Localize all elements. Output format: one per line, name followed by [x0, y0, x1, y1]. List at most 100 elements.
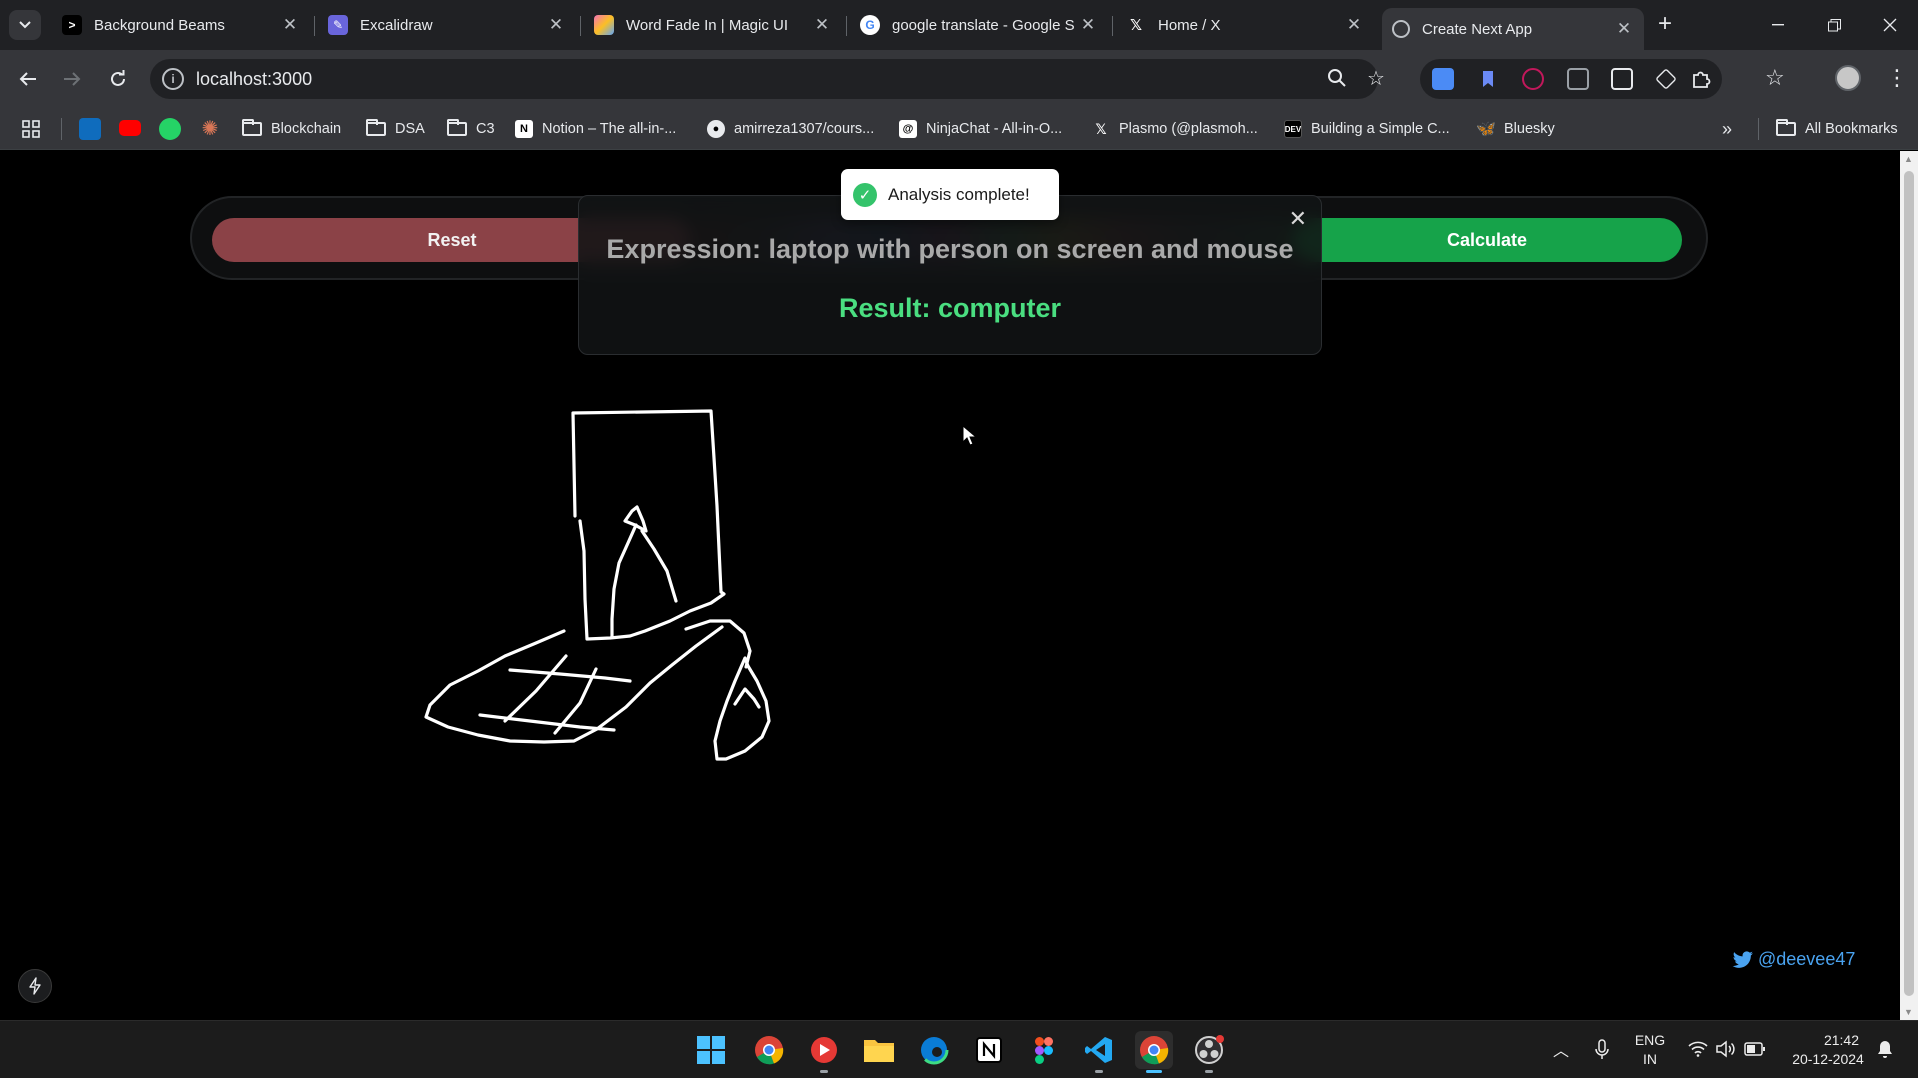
minimize-icon	[1772, 24, 1784, 26]
taskbar-video-app[interactable]	[805, 1031, 843, 1073]
zoom-icon[interactable]	[1327, 68, 1347, 94]
show-hidden-icons-chevron-icon[interactable]: ︿	[1553, 1037, 1569, 1061]
background-beams-favicon-icon: >	[62, 15, 82, 35]
quick-action-button[interactable]	[18, 969, 52, 1003]
diamond-extension-icon[interactable]	[1655, 68, 1677, 90]
excalidraw-extension-icon[interactable]	[1611, 68, 1633, 90]
all-bookmarks-button[interactable]: All Bookmarks	[1776, 119, 1898, 139]
bookmark-bluesky[interactable]: 🦋 Bluesky	[1476, 119, 1555, 139]
profile-avatar[interactable]	[1835, 65, 1861, 91]
scrollbar-thumb[interactable]	[1904, 171, 1914, 996]
apps-grid-icon[interactable]	[22, 119, 40, 139]
new-tab-button[interactable]: +	[1650, 9, 1680, 39]
calculate-button[interactable]: Calculate	[1292, 218, 1682, 262]
reload-button[interactable]	[102, 63, 134, 95]
bookmark-github[interactable]: ● amirreza1307/cours...	[707, 119, 874, 139]
forward-button[interactable]	[56, 63, 88, 95]
close-window-button[interactable]	[1862, 0, 1918, 50]
bookmark-blockchain[interactable]: Blockchain	[242, 119, 341, 139]
tab-search-button[interactable]	[9, 10, 41, 40]
tab-x-home[interactable]: 𝕏 Home / X ✕	[1116, 8, 1374, 42]
clock[interactable]: 21:42 20-12-2024	[1783, 1031, 1873, 1069]
docs-extension-icon[interactable]	[1432, 68, 1454, 90]
taskbar-vscode[interactable]	[1080, 1031, 1118, 1073]
wifi-icon[interactable]	[1688, 1041, 1708, 1057]
outlook-bookmark-icon[interactable]	[79, 118, 101, 140]
page-scrollbar[interactable]: ▲ ▼	[1900, 151, 1918, 1020]
microphone-icon[interactable]	[1595, 1039, 1609, 1061]
browser-toolbar: i localhost:3000 ☆ ☆ ⋮	[0, 50, 1918, 108]
twitter-link[interactable]: @deevee47	[1732, 949, 1855, 970]
bookmark-dev-to[interactable]: DEV Building a Simple C...	[1284, 119, 1450, 139]
address-bar[interactable]: i localhost:3000 ☆	[150, 59, 1385, 99]
record-extension-icon[interactable]	[1522, 68, 1544, 90]
restore-button[interactable]	[1806, 0, 1862, 50]
bookmark-c3[interactable]: C3	[447, 119, 495, 139]
p-extension-icon[interactable]	[1567, 68, 1589, 90]
forward-arrow-icon	[64, 72, 81, 86]
bookmark-label: Building a Simple C...	[1311, 121, 1450, 137]
tab-create-next-app[interactable]: Create Next App ✕	[1382, 8, 1644, 50]
bookmark-label: Blockchain	[271, 121, 342, 137]
clock-time: 21:42	[1823, 1032, 1859, 1048]
tab-google-translate[interactable]: G google translate - Google S ✕	[850, 8, 1108, 42]
scroll-down-arrow-icon[interactable]: ▼	[1904, 1007, 1913, 1017]
tab-close-icon[interactable]: ✕	[1344, 15, 1364, 35]
bookmark-plasmo[interactable]: 𝕏 Plasmo (@plasmoh...	[1092, 119, 1257, 139]
url-text[interactable]: localhost:3000	[196, 69, 312, 90]
language-indicator[interactable]: ENG IN	[1630, 1031, 1670, 1069]
bookmark-star-icon[interactable]: ☆	[1367, 66, 1385, 91]
tab-close-icon[interactable]: ✕	[1078, 15, 1098, 35]
figma-icon	[1035, 1036, 1053, 1064]
drawing-stroke	[553, 667, 598, 735]
site-info-icon[interactable]: i	[162, 68, 184, 90]
start-button[interactable]	[692, 1031, 730, 1069]
expression-text: Expression: laptop with person on screen…	[606, 234, 1294, 264]
tab-excalidraw[interactable]: ✎ Excalidraw ✕	[318, 8, 576, 42]
github-icon: ●	[707, 120, 725, 138]
tab-title: Background Beams	[94, 16, 225, 34]
taskbar-obs[interactable]	[1190, 1031, 1228, 1073]
bookmark-dsa[interactable]: DSA	[366, 119, 425, 139]
taskbar-edge[interactable]	[915, 1031, 953, 1069]
taskbar-notion[interactable]	[970, 1031, 1008, 1069]
puzzle-extensions-icon[interactable]	[1690, 68, 1712, 90]
bookmarks-star-icon[interactable]: ☆	[1765, 65, 1785, 91]
tab-close-icon[interactable]: ✕	[812, 15, 832, 35]
windows-logo-icon	[697, 1036, 725, 1064]
bookmark-extension-icon[interactable]	[1477, 68, 1499, 90]
more-bookmarks-chevron-icon[interactable]: »	[1722, 119, 1732, 139]
tab-close-icon[interactable]: ✕	[280, 15, 300, 35]
more-menu-icon[interactable]: ⋮	[1886, 65, 1908, 91]
reload-icon	[111, 70, 125, 86]
taskbar-chrome[interactable]	[750, 1031, 788, 1069]
bookmarks-bar: ✺ Blockchain DSA C3 N Notion – The all-in…	[0, 108, 1918, 150]
bookmark-ninjachat[interactable]: @ NinjaChat - All-in-O...	[899, 119, 1062, 139]
tab-title: Excalidraw	[360, 16, 433, 34]
drawing-stroke	[508, 668, 632, 683]
volume-icon[interactable]	[1716, 1040, 1736, 1058]
tab-magic-ui[interactable]: Word Fade In | Magic UI ✕	[584, 8, 842, 42]
scroll-up-arrow-icon[interactable]: ▲	[1904, 154, 1913, 164]
close-icon[interactable]: ✕	[1289, 208, 1307, 230]
edge-icon	[919, 1035, 949, 1065]
taskbar-figma[interactable]	[1025, 1031, 1063, 1069]
whatsapp-bookmark-icon[interactable]	[159, 118, 181, 140]
bookmark-notion[interactable]: N Notion – The all-in-...	[515, 119, 676, 139]
tab-title: Word Fade In | Magic UI	[626, 16, 789, 34]
minimize-button[interactable]	[1750, 0, 1806, 50]
bookmark-label: Bluesky	[1504, 121, 1555, 137]
tab-close-icon[interactable]: ✕	[546, 15, 566, 35]
taskbar-chrome-active[interactable]	[1135, 1031, 1173, 1073]
tab-close-icon[interactable]: ✕	[1614, 19, 1634, 39]
claude-bookmark-icon[interactable]: ✺	[199, 118, 221, 140]
tab-background-beams[interactable]: > Background Beams ✕	[52, 8, 310, 42]
back-button[interactable]	[12, 63, 44, 95]
notification-bell-icon[interactable]	[1876, 1039, 1894, 1059]
drawing-canvas-page[interactable]: Reset Calculate ✕ Expression: laptop wit…	[0, 151, 1900, 1020]
x-logo-icon: 𝕏	[1095, 120, 1107, 137]
extensions-group	[1420, 59, 1722, 99]
youtube-bookmark-icon[interactable]	[119, 120, 141, 136]
battery-icon[interactable]	[1744, 1042, 1766, 1056]
taskbar-file-explorer[interactable]	[860, 1031, 898, 1069]
